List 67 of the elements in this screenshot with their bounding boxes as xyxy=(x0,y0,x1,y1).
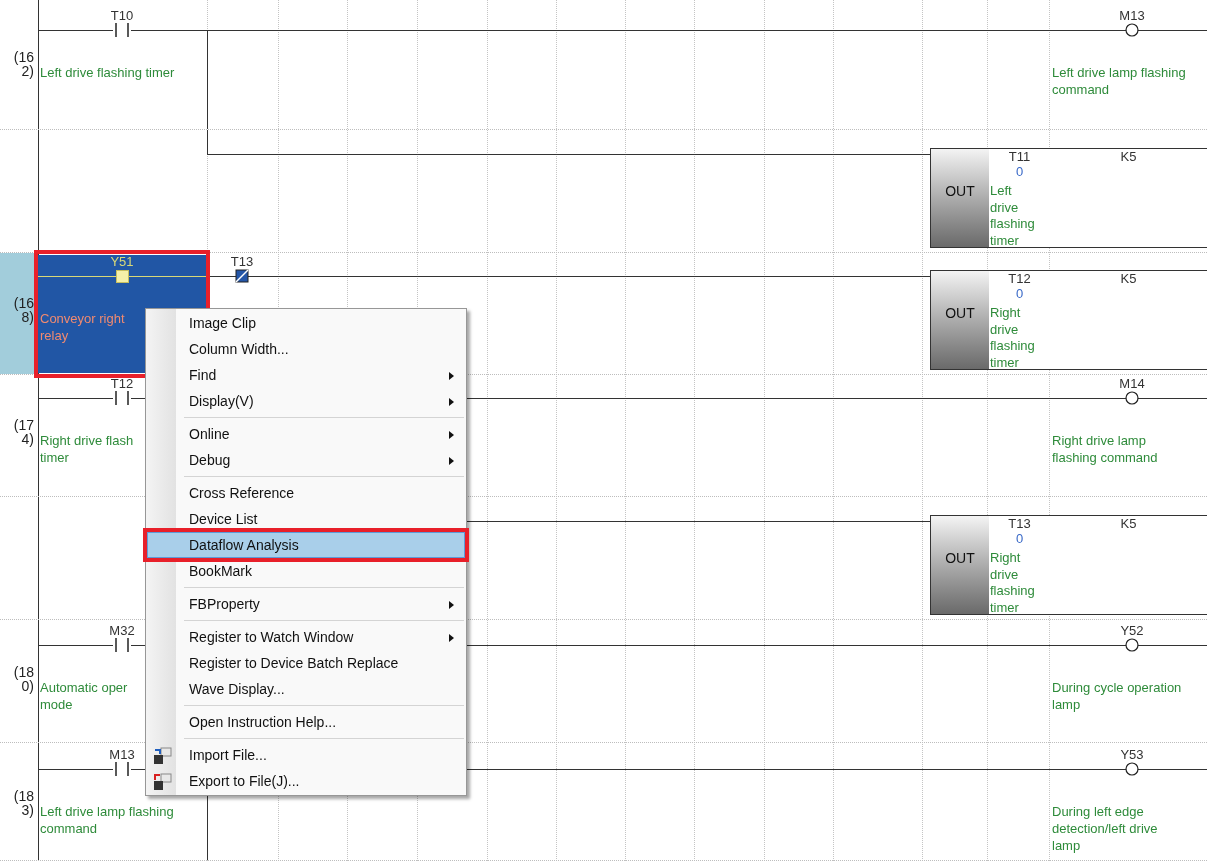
submenu-arrow-icon xyxy=(449,398,454,406)
coil-comment: Right drive lamp flashing command xyxy=(1052,432,1158,466)
set-value: K5 xyxy=(1120,149,1137,164)
menu-item[interactable]: Open Instruction Help... xyxy=(147,709,465,735)
coil-comment: During cycle operation lamp xyxy=(1052,679,1182,713)
submenu-arrow-icon xyxy=(449,601,454,609)
coil-icon xyxy=(1125,638,1139,652)
device-label: T13 xyxy=(229,254,255,269)
menu-item[interactable]: BookMark xyxy=(147,558,465,584)
step-number: (18 0) xyxy=(12,663,35,696)
device-comment: Left drive flashing timer xyxy=(989,183,1036,249)
device-comment: Automatic oper mode xyxy=(40,679,128,713)
step-number: (16 2) xyxy=(12,48,35,81)
submenu-arrow-icon xyxy=(449,431,454,439)
device-comment: Conveyor right relay xyxy=(40,310,125,344)
set-value: K5 xyxy=(1120,516,1137,531)
menu-item[interactable]: Find xyxy=(147,362,465,388)
instruction-name: OUT xyxy=(931,149,989,247)
menu-item[interactable]: Device List xyxy=(147,506,465,532)
coil-comment: Left drive lamp flashing command xyxy=(1052,64,1186,98)
device-label: T12 xyxy=(1007,271,1032,286)
device-label: M32 xyxy=(108,623,136,638)
device-label: Y52 xyxy=(1119,623,1145,638)
set-value: K5 xyxy=(1120,271,1137,286)
current-value: 0 xyxy=(1014,164,1025,179)
menu-item[interactable]: Debug xyxy=(147,447,465,473)
instruction-name: OUT xyxy=(931,271,989,369)
submenu-arrow-icon xyxy=(449,457,454,465)
device-label: M13 xyxy=(108,747,136,762)
device-label: T11 xyxy=(1007,149,1032,164)
device-comment: Right drive flash timer xyxy=(40,432,134,466)
device-label: Y53 xyxy=(1119,747,1145,762)
menu-item[interactable]: Cross Reference xyxy=(147,480,465,506)
menu-item[interactable]: Export to File(J)... xyxy=(147,768,465,794)
device-label: M13 xyxy=(1118,8,1146,23)
device-label: T12 xyxy=(109,376,135,391)
device-comment: Left drive flashing timer xyxy=(40,64,175,81)
step-number: (17 4) xyxy=(12,416,35,449)
menu-item[interactable]: Column Width... xyxy=(147,336,465,362)
device-comment: Left drive lamp flashing command xyxy=(40,803,174,837)
menu-item[interactable]: Register to Watch Window xyxy=(147,624,465,650)
submenu-arrow-icon xyxy=(449,634,454,642)
menu-item[interactable]: Wave Display... xyxy=(147,676,465,702)
coil-icon xyxy=(1125,391,1139,405)
menu-item[interactable]: Display(V) xyxy=(147,388,465,414)
coil-comment: During left edge detection/left drive lamp xyxy=(1052,803,1158,854)
device-comment: Right drive flashing timer xyxy=(989,305,1036,371)
instruction-name: OUT xyxy=(931,516,989,614)
menu-item[interactable]: Import File... xyxy=(147,742,465,768)
current-value: 0 xyxy=(1014,286,1025,301)
coil-icon xyxy=(1125,23,1139,37)
export-file-icon xyxy=(152,773,172,791)
step-number: (18 3) xyxy=(12,787,35,820)
menu-item[interactable]: Online xyxy=(147,421,465,447)
device-label: Y51 xyxy=(109,254,135,269)
submenu-arrow-icon xyxy=(449,372,454,380)
menu-item[interactable]: Register to Device Batch Replace xyxy=(147,650,465,676)
device-label: T10 xyxy=(109,8,135,23)
device-label: T13 xyxy=(1007,516,1032,531)
import-file-icon xyxy=(152,747,172,765)
device-label: M14 xyxy=(1118,376,1146,391)
menu-item[interactable]: Image Clip xyxy=(147,310,465,336)
menu-item[interactable]: FBProperty xyxy=(147,591,465,617)
coil-icon xyxy=(1125,762,1139,776)
current-value: 0 xyxy=(1014,531,1025,546)
device-comment: Right drive flashing timer xyxy=(989,550,1036,616)
contact-marker-icon xyxy=(116,270,129,283)
